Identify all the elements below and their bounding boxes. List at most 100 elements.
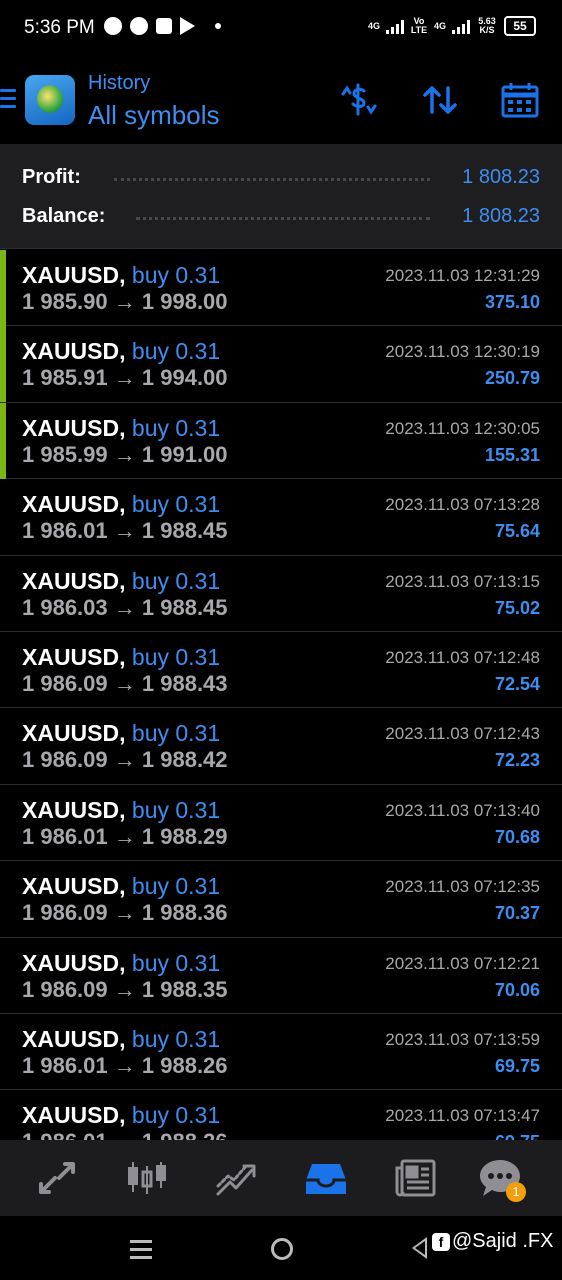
- trade-datetime: 2023.11.03 07:13:59: [385, 1029, 540, 1049]
- close-price: 1 988.45: [141, 518, 228, 544]
- trade-side: buy 0.31: [131, 873, 221, 900]
- trade-row[interactable]: XAUUSD, buy 0.31 1 986.01 → 1 988.29 2023.…: [0, 785, 562, 862]
- trade-profit: 250.79: [484, 368, 540, 389]
- trade-side: buy 0.31: [131, 567, 221, 594]
- dotted-leader: [114, 178, 430, 181]
- status-indicators: 4G Vo LTE 4G 5.63 K/S 55: [368, 16, 536, 36]
- trade-symbol: XAUUSD, buy 0.31: [22, 1026, 220, 1053]
- close-price: 1 988.26: [141, 1052, 228, 1078]
- open-price: 1 986.03: [22, 594, 108, 620]
- trade-side: buy 0.31: [131, 1025, 221, 1052]
- symbol-name: XAUUSD,: [22, 338, 126, 365]
- trade-profit: 69.75: [494, 1055, 540, 1076]
- trade-row[interactable]: XAUUSD, buy 0.311 986.01 → 1 988.262023.…: [0, 1090, 562, 1140]
- trade-row[interactable]: XAUUSD, buy 0.311 986.01 → 1 988.262023.…: [0, 1014, 562, 1091]
- trade-datetime: 2023.11.03 12:30:05: [385, 418, 540, 438]
- open-price: 1 986.09: [22, 670, 108, 696]
- trade-side: buy 0.31: [131, 1102, 221, 1129]
- calendar-icon[interactable]: [498, 78, 542, 122]
- page-title: History: [88, 72, 151, 94]
- trade-history-list[interactable]: XAUUSD, buy 0.31 1 985.90 → 1 998.00 2023.…: [0, 250, 562, 1140]
- dotted-leader: [136, 217, 430, 220]
- menu-icon[interactable]: [0, 89, 16, 113]
- trade-symbol: XAUUSD, buy 0.31: [22, 644, 220, 671]
- open-price: 1 985.99: [22, 441, 108, 467]
- symbol-name: XAUUSD,: [22, 643, 126, 670]
- trade-row[interactable]: XAUUSD, buy 0.31 1 986.09 → 1 988.43 2023.…: [0, 632, 562, 709]
- trade-side: buy 0.31: [131, 338, 221, 365]
- trade-row[interactable]: XAUUSD, buy 0.31 1 985.99 → 1 991.00 2023.…: [0, 402, 562, 480]
- arrow-glyph: →: [113, 365, 136, 391]
- trade-profit: 70.68: [494, 826, 540, 847]
- symbol-name: XAUUSD,: [22, 1102, 126, 1129]
- watermark: f @Sajid .FX: [432, 1230, 553, 1253]
- symbol-name: XAUUSD,: [22, 1025, 126, 1052]
- close-price: 1 988.36: [141, 900, 228, 926]
- trade-row[interactable]: XAUUSD, buy 0.31 1 985.90 → 1 998.00 2023.…: [0, 250, 562, 327]
- arrow-glyph: →: [113, 1052, 136, 1078]
- trade-side: buy 0.31: [131, 262, 221, 288]
- trade-datetime: 2023.11.03 12:30:19: [385, 342, 540, 362]
- quotes-icon[interactable]: [35, 1158, 79, 1198]
- open-price: 1 986.01: [22, 1052, 108, 1078]
- close-price: 1 988.45: [141, 594, 228, 620]
- trade-row[interactable]: XAUUSD, buy 0.31 1 986.03 → 1 988.45 2023.…: [0, 556, 562, 632]
- open-price: 1 986.09: [22, 976, 108, 1002]
- symbol-name: XAUUSD,: [22, 491, 126, 518]
- trade-datetime: 2023.11.03 07:13:40: [385, 800, 540, 820]
- trade-prices: 1 985.99 → 1 991.00: [22, 442, 228, 468]
- telegram-icon: [104, 17, 122, 35]
- play-icon: [180, 17, 195, 35]
- trade-prices: 1 986.01 → 1 988.26: [22, 1053, 228, 1079]
- trade-side: buy 0.31: [131, 414, 221, 441]
- more-notifications-dot: [215, 23, 221, 29]
- recent-apps-icon[interactable]: [130, 1240, 152, 1264]
- open-price: 1 986.09: [22, 747, 108, 773]
- balance-value: 1 808.23: [462, 205, 540, 227]
- trade-prices: 1 986.01 → 1 988.29: [22, 824, 228, 850]
- trade-row[interactable]: XAUUSD, buy 0.31 1 986.09 → 1 988.35 2023.…: [0, 938, 562, 1014]
- trend-icon[interactable]: [214, 1158, 258, 1198]
- trade-row[interactable]: XAUUSD, buy 0.31 1 986.01 → 1 988.45 2023.…: [0, 479, 562, 556]
- close-price: 1 988.42: [141, 747, 228, 773]
- arrow-glyph: →: [114, 1129, 136, 1140]
- bottom-navigation: 1: [0, 1140, 562, 1216]
- symbol-name: XAUUSD,: [22, 949, 126, 976]
- trade-datetime: 2023.11.03 07:12:21: [385, 953, 540, 973]
- symbol-name: XAUUSD,: [22, 873, 126, 900]
- status-bar: 5:36 PM 4G Vo LTE 4G 5.63 K/S 55: [0, 0, 562, 56]
- trade-row[interactable]: XAUUSD, buy 0.31 1 985.91 → 1 994.00 2023.…: [0, 326, 562, 403]
- app-header: History All symbols: [0, 56, 562, 144]
- symbol-filter[interactable]: All symbols: [88, 100, 219, 131]
- back-icon[interactable]: [412, 1237, 427, 1259]
- symbol-name: XAUUSD,: [22, 796, 126, 823]
- sort-icon[interactable]: [418, 78, 462, 122]
- close-price: 1 988.26: [142, 1129, 228, 1140]
- home-icon[interactable]: [271, 1238, 293, 1260]
- trade-prices: 1 986.09 → 1 988.35: [22, 977, 228, 1003]
- app-notification-icon: [156, 18, 172, 34]
- notification-icons: [104, 17, 221, 35]
- trade-side: buy 0.31: [131, 643, 221, 670]
- trade-profit: 75.64: [494, 521, 540, 542]
- metatrader-logo: [25, 75, 75, 125]
- profit-indicator-bar: [0, 402, 6, 479]
- chat-icon[interactable]: 1: [478, 1158, 526, 1202]
- signal-icon-2: [452, 18, 470, 34]
- symbol-name: XAUUSD,: [22, 720, 126, 747]
- trade-symbol: XAUUSD, buy 0.31: [22, 720, 220, 747]
- history-inbox-icon[interactable]: [304, 1158, 348, 1198]
- trade-prices: 1 986.09 → 1 988.36: [22, 900, 228, 926]
- currency-exchange-icon[interactable]: [337, 78, 381, 122]
- trade-row[interactable]: XAUUSD, buy 0.31 1 986.09 → 1 988.36 2023.…: [0, 861, 562, 938]
- trade-symbol: XAUUSD, buy 0.31: [22, 1102, 220, 1129]
- trade-prices: 1 986.09 → 1 988.43: [22, 671, 228, 697]
- trade-datetime: 2023.11.03 07:13:28: [385, 495, 540, 515]
- profit-indicator-bar: [0, 326, 6, 403]
- trade-row[interactable]: XAUUSD, buy 0.31 1 986.09 → 1 988.42 2023.…: [0, 708, 562, 785]
- news-icon[interactable]: [394, 1158, 438, 1198]
- symbol-name: XAUUSD,: [22, 262, 126, 288]
- trade-datetime: 2023.11.03 07:12:48: [385, 647, 540, 667]
- trade-datetime: 2023.11.03 07:12:43: [385, 724, 540, 744]
- chart-candles-icon[interactable]: [125, 1158, 169, 1198]
